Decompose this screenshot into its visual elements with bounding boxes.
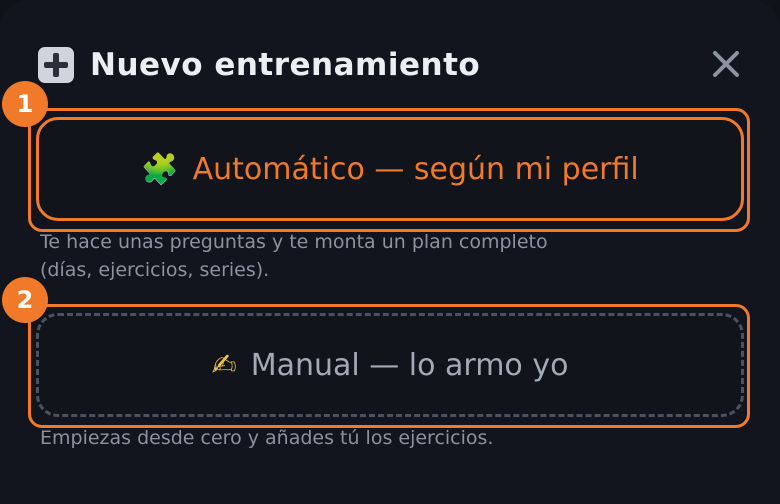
step-badge-1: 1 (2, 81, 48, 127)
automatic-desc-line-1: Te hace unas preguntas y te monta un pla… (40, 231, 548, 253)
automatic-plan-label: Automático — según mi perfil (192, 151, 639, 187)
modal-title: Nuevo entrenamiento (90, 47, 481, 83)
manual-plan-description: Empiezas desde cero y añades tú los ejer… (40, 424, 740, 452)
new-workout-modal: Nuevo entrenamiento 🧩 Automático — según… (0, 0, 780, 504)
step-badge-2: 2 (2, 277, 48, 323)
manual-plan-label: Manual — lo armo yo (250, 347, 569, 383)
puzzle-icon: 🧩 (141, 151, 179, 187)
manual-plan-button[interactable]: ✍ Manual — lo armo yo (36, 313, 744, 417)
automatic-plan-button[interactable]: 🧩 Automático — según mi perfil (36, 117, 744, 221)
close-button[interactable] (706, 44, 746, 84)
modal-header: Nuevo entrenamiento (38, 42, 480, 88)
close-icon (713, 51, 739, 77)
automatic-plan-description: Te hace unas preguntas y te monta un pla… (40, 228, 740, 284)
manual-desc-line-1: Empiezas desde cero y añades tú los ejer… (40, 427, 494, 449)
automatic-desc-line-2: (días, ejercicios, series). (40, 259, 270, 281)
plus-icon (38, 47, 74, 83)
writing-hand-icon: ✍ (211, 347, 237, 383)
